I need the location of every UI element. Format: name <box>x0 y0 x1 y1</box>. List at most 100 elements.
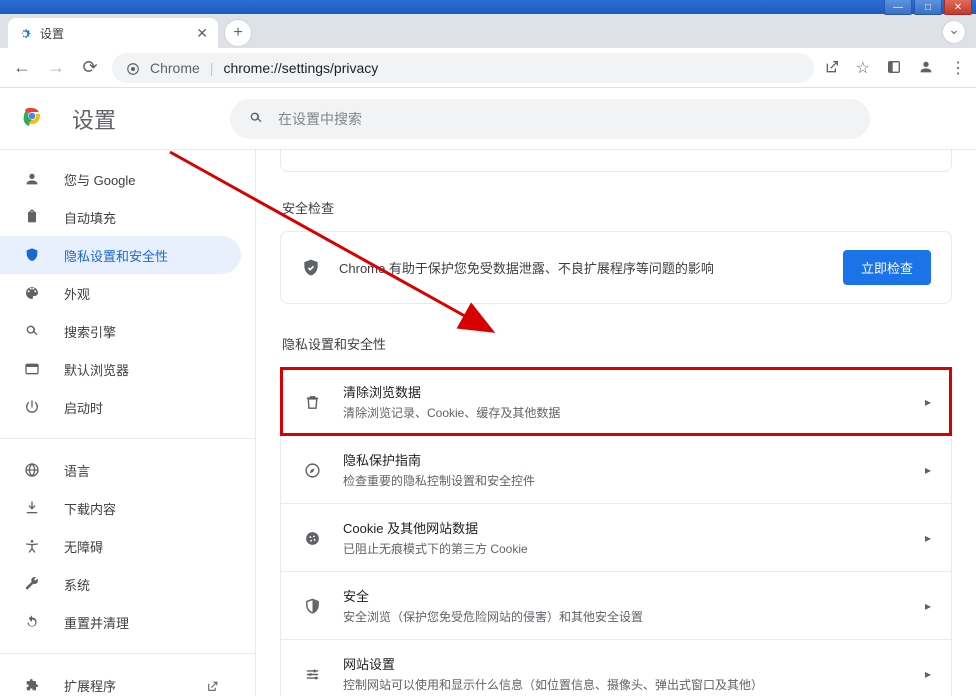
search-icon <box>22 322 42 340</box>
back-button[interactable]: ← <box>10 57 34 78</box>
share-icon[interactable] <box>824 59 840 77</box>
privacy-section-title: 隐私设置和安全性 <box>282 334 952 353</box>
privacy-list-card: 清除浏览数据清除浏览记录、Cookie、缓存及其他数据 ▸ 隐私保护指南检查重要的隐… <box>280 367 952 696</box>
new-tab-button[interactable]: + <box>224 19 252 47</box>
cookie-icon <box>301 528 323 548</box>
forward-button[interactable]: → <box>44 57 68 78</box>
chrome-url-icon <box>126 59 140 75</box>
row-title: 安全 <box>343 586 905 605</box>
sidebar-item[interactable]: 系统 <box>0 565 241 603</box>
previous-card-bottom <box>280 150 952 172</box>
safety-check-text: Chrome 有助于保护您免受数据泄露、不良扩展程序等问题的影响 <box>339 258 825 277</box>
window-close-button[interactable]: ✕ <box>944 0 972 15</box>
shield-icon <box>22 246 42 264</box>
sidebar-item-label: 默认浏览器 <box>64 360 129 379</box>
profile-icon[interactable] <box>918 59 934 77</box>
sidebar-item-label: 隐私设置和安全性 <box>64 246 168 265</box>
menu-icon[interactable]: ⋮ <box>950 58 966 78</box>
sidebar-item-label: 重置并清理 <box>64 613 129 632</box>
row-title: 隐私保护指南 <box>343 450 905 469</box>
clipboard-icon <box>22 208 42 226</box>
safety-section-title: 安全检查 <box>282 198 952 217</box>
settings-row[interactable]: 清除浏览数据清除浏览记录、Cookie、缓存及其他数据 ▸ <box>281 368 951 435</box>
shield-check-icon <box>301 258 321 278</box>
sidebar-item-label: 系统 <box>64 575 90 594</box>
sidebar-item-label: 无障碍 <box>64 537 103 556</box>
accessibility-icon <box>22 537 42 555</box>
chrome-logo-icon <box>20 104 44 133</box>
sidebar-item-label: 启动时 <box>64 398 103 417</box>
sidebar-item[interactable]: 外观 <box>0 274 241 312</box>
sidebar-item[interactable]: 自动填充 <box>0 198 241 236</box>
sidebar-item-label: 搜索引擎 <box>64 322 116 341</box>
palette-icon <box>22 284 42 302</box>
chevron-right-icon: ▸ <box>925 667 931 681</box>
content-area: 安全检查 Chrome 有助于保护您免受数据泄露、不良扩展程序等问题的影响 立即… <box>256 150 976 696</box>
tab-close-icon[interactable]: ✕ <box>196 25 208 42</box>
sidebar-item[interactable]: 默认浏览器 <box>0 350 241 388</box>
safety-check-card: Chrome 有助于保护您免受数据泄露、不良扩展程序等问题的影响 立即检查 <box>280 231 952 304</box>
window-minimize-button[interactable]: — <box>884 0 912 15</box>
page-header: 设置 在设置中搜索 <box>0 88 976 150</box>
window-maximize-button[interactable]: □ <box>914 0 942 15</box>
wrench-icon <box>22 575 42 593</box>
tab-strip: 设置 ✕ + <box>0 14 976 48</box>
person-icon <box>22 170 42 188</box>
sidebar-item[interactable]: 扩展程序 <box>0 666 241 696</box>
external-icon <box>206 677 219 692</box>
reset-icon <box>22 613 42 631</box>
sidebar-item-label: 扩展程序 <box>64 676 116 695</box>
bookmark-icon[interactable]: ☆ <box>856 58 870 78</box>
power-icon <box>22 398 42 416</box>
shield-half-icon <box>301 596 323 616</box>
windows-titlebar: — □ ✕ <box>0 0 976 14</box>
download-icon <box>22 499 42 517</box>
row-title: 网站设置 <box>343 654 905 673</box>
tab-list-button[interactable] <box>942 20 966 44</box>
reload-button[interactable]: ⟳ <box>78 57 102 78</box>
settings-row[interactable]: Cookie 及其他网站数据已阻止无痕模式下的第三方 Cookie▸ <box>281 503 951 571</box>
sidebar-item[interactable]: 您与 Google <box>0 160 241 198</box>
puzzle-icon <box>22 676 42 694</box>
sidebar: 您与 Google 自动填充隐私设置和安全性外观搜索引擎默认浏览器启动时语言下载内… <box>0 150 256 696</box>
sidebar-item-label: 自动填充 <box>64 208 116 227</box>
row-subtitle: 控制网站可以使用和显示什么信息（如位置信息、摄像头、弹出式窗口及其他） <box>343 676 905 693</box>
compass-icon <box>301 460 323 480</box>
sidebar-item[interactable]: 搜索引擎 <box>0 312 241 350</box>
row-subtitle: 清除浏览记录、Cookie、缓存及其他数据 <box>343 404 905 421</box>
row-title: 清除浏览数据 <box>343 382 905 401</box>
sidebar-item[interactable]: 重置并清理 <box>0 603 241 641</box>
gear-icon <box>18 25 32 41</box>
safety-check-button[interactable]: 立即检查 <box>843 250 931 285</box>
sliders-icon <box>301 664 323 684</box>
trash-icon <box>301 392 323 412</box>
url-scheme-label: Chrome <box>150 60 200 76</box>
sidebar-item-label: 外观 <box>64 284 90 303</box>
row-subtitle: 安全浏览（保护您免受危险网站的侵害）和其他安全设置 <box>343 608 905 625</box>
side-panel-icon[interactable] <box>886 59 902 77</box>
settings-row[interactable]: 网站设置控制网站可以使用和显示什么信息（如位置信息、摄像头、弹出式窗口及其他） ▸ <box>281 639 951 696</box>
settings-row[interactable]: 安全安全浏览（保护您免受危险网站的侵害）和其他安全设置▸ <box>281 571 951 639</box>
url-text: chrome://settings/privacy <box>223 60 378 76</box>
sidebar-item-label: 您与 Google <box>64 170 136 189</box>
address-bar: ← → ⟳ Chrome | chrome://settings/privacy… <box>0 48 976 88</box>
row-subtitle: 检查重要的隐私控制设置和安全控件 <box>343 472 905 489</box>
tab-title: 设置 <box>40 25 188 42</box>
search-placeholder: 在设置中搜索 <box>278 109 362 129</box>
sidebar-item[interactable]: 下载内容 <box>0 489 241 527</box>
chevron-right-icon: ▸ <box>925 395 931 409</box>
sidebar-item[interactable]: 隐私设置和安全性 <box>0 236 241 274</box>
row-subtitle: 已阻止无痕模式下的第三方 Cookie <box>343 540 905 557</box>
page-title: 设置 <box>72 103 116 135</box>
sidebar-item-label: 下载内容 <box>64 499 116 518</box>
settings-row[interactable]: 隐私保护指南检查重要的隐私控制设置和安全控件▸ <box>281 435 951 503</box>
sidebar-item[interactable]: 启动时 <box>0 388 241 426</box>
chevron-right-icon: ▸ <box>925 531 931 545</box>
settings-search-input[interactable]: 在设置中搜索 <box>230 99 870 139</box>
browser-tab[interactable]: 设置 ✕ <box>8 18 218 48</box>
sidebar-item[interactable]: 语言 <box>0 451 241 489</box>
sidebar-item[interactable]: 无障碍 <box>0 527 241 565</box>
globe-icon <box>22 461 42 479</box>
sidebar-item-label: 语言 <box>64 461 90 480</box>
url-box[interactable]: Chrome | chrome://settings/privacy <box>112 53 814 83</box>
